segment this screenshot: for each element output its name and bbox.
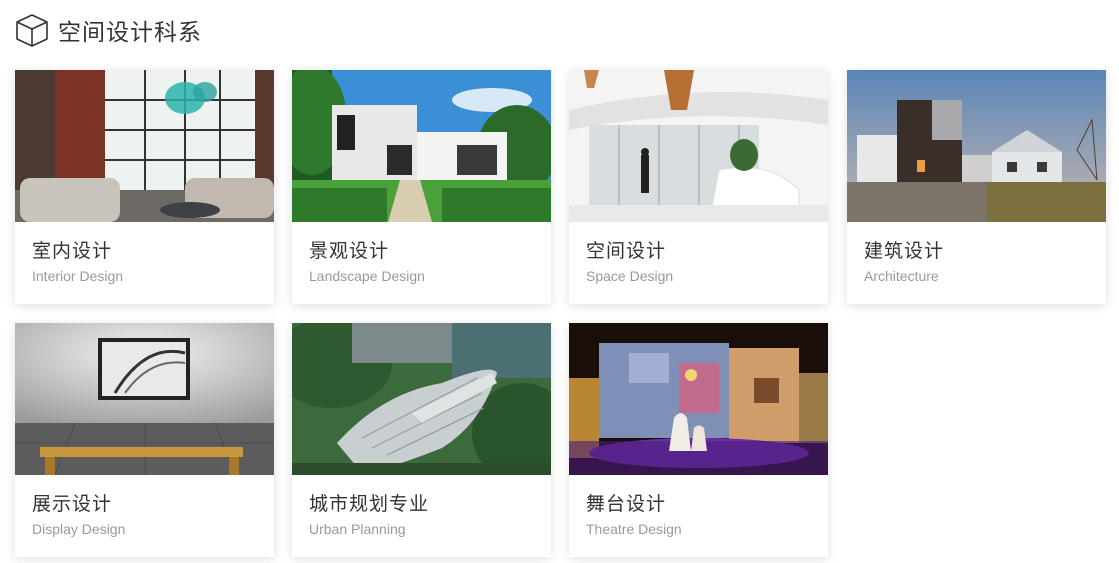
- card-title: 展示设计: [32, 493, 113, 515]
- section-header: 空间设计科系: [14, 10, 202, 50]
- card-space-design[interactable]: 空间设计 Space Design: [569, 70, 828, 304]
- card-subtitle: Architecture: [864, 268, 939, 284]
- card-subtitle: Display Design: [32, 521, 126, 537]
- cube-icon: [16, 14, 48, 47]
- card-urban-planning[interactable]: 城市规划专业 Urban Planning: [292, 323, 551, 557]
- card-subtitle: Interior Design: [32, 268, 124, 284]
- card-subtitle: Landscape Design: [309, 268, 425, 284]
- card-interior-design[interactable]: 室内设计 Interior Design: [15, 70, 274, 304]
- card-subtitle: Space Design: [586, 268, 674, 284]
- card-subtitle: Urban Planning: [309, 521, 406, 537]
- theatre-photo: [569, 323, 828, 475]
- card-display-design[interactable]: 展示设计 Display Design: [15, 323, 274, 557]
- card-architecture[interactable]: 建筑设计 Architecture: [847, 70, 1106, 304]
- card-title: 室内设计: [32, 240, 113, 262]
- card-title: 城市规划专业: [309, 493, 430, 515]
- card-landscape-design[interactable]: 景观设计 Landscape Design: [292, 70, 551, 304]
- interior-photo: [15, 70, 274, 222]
- card-title: 空间设计: [586, 240, 667, 262]
- card-theatre-design[interactable]: 舞台设计 Theatre Design: [569, 323, 828, 557]
- card-title: 舞台设计: [586, 493, 667, 515]
- urban-photo: [292, 323, 551, 475]
- page-title: 空间设计科系: [58, 20, 202, 46]
- space-photo: [569, 70, 828, 222]
- landscape-photo: [292, 70, 551, 222]
- card-title: 景观设计: [309, 240, 390, 262]
- card-subtitle: Theatre Design: [586, 521, 682, 537]
- architecture-photo: [847, 70, 1106, 222]
- card-title: 建筑设计: [864, 240, 945, 262]
- display-photo: [15, 323, 274, 475]
